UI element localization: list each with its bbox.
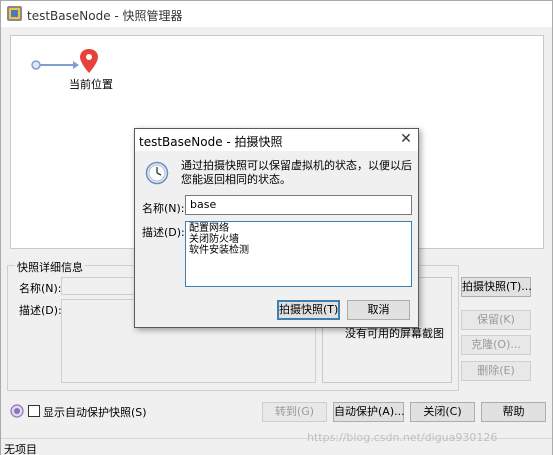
auto-protect-icon: [10, 404, 24, 418]
take-snapshot-button[interactable]: 拍摄快照(T)...: [461, 277, 532, 297]
close-button[interactable]: 关闭(C): [410, 402, 475, 422]
keep-button[interactable]: 保留(K): [461, 310, 531, 330]
goto-button[interactable]: 转到(G): [262, 402, 327, 422]
location-pin-icon: [80, 49, 98, 73]
dialog-desc-label: 描述(D):: [142, 226, 185, 239]
details-desc-label: 描述(D):: [19, 304, 62, 317]
take-snapshot-confirm-button[interactable]: 拍摄快照(T): [277, 300, 340, 320]
auto-protect-checkbox[interactable]: [28, 405, 40, 417]
details-name-label: 名称(N):: [19, 282, 62, 295]
vmware-app-icon: [7, 6, 22, 21]
auto-protect-checkbox-label[interactable]: 显示自动保护快照(S): [43, 404, 147, 420]
cancel-button[interactable]: 取消: [347, 300, 410, 320]
watermark-text: https://blog.csdn.net/digua930126: [307, 431, 498, 444]
current-position-label: 当前位置: [69, 78, 113, 91]
delete-button[interactable]: 删除(E): [461, 361, 531, 381]
clone-button[interactable]: 克隆(O)...: [461, 335, 531, 355]
auto-protect-button[interactable]: 自动保护(A)...: [333, 402, 405, 422]
window-title: testBaseNode - 快照管理器: [27, 9, 183, 23]
snapshot-description-input[interactable]: 配置网络 关闭防火墙 软件安装检测: [185, 221, 412, 287]
clock-icon: [145, 161, 169, 185]
snapshot-name-input[interactable]: base: [185, 195, 412, 215]
take-snapshot-dialog: testBaseNode - 拍摄快照 ✕ 通过拍摄快照可以保留虚拟机的状态，以…: [134, 128, 419, 328]
dialog-info-text: 通过拍摄快照可以保留虚拟机的状态，以便以后您能返回相同的状态。: [181, 159, 412, 186]
close-icon[interactable]: ✕: [398, 131, 414, 147]
help-button[interactable]: 帮助: [481, 402, 546, 422]
dialog-title: testBaseNode - 拍摄快照: [139, 135, 283, 149]
details-group-title: 快照详细信息: [15, 259, 85, 275]
dialog-name-label: 名称(N):: [142, 202, 185, 215]
dialog-titlebar: testBaseNode - 拍摄快照 ✕: [135, 129, 418, 151]
status-text: 无项目: [4, 443, 37, 455]
main-titlebar: testBaseNode - 快照管理器: [1, 1, 552, 27]
